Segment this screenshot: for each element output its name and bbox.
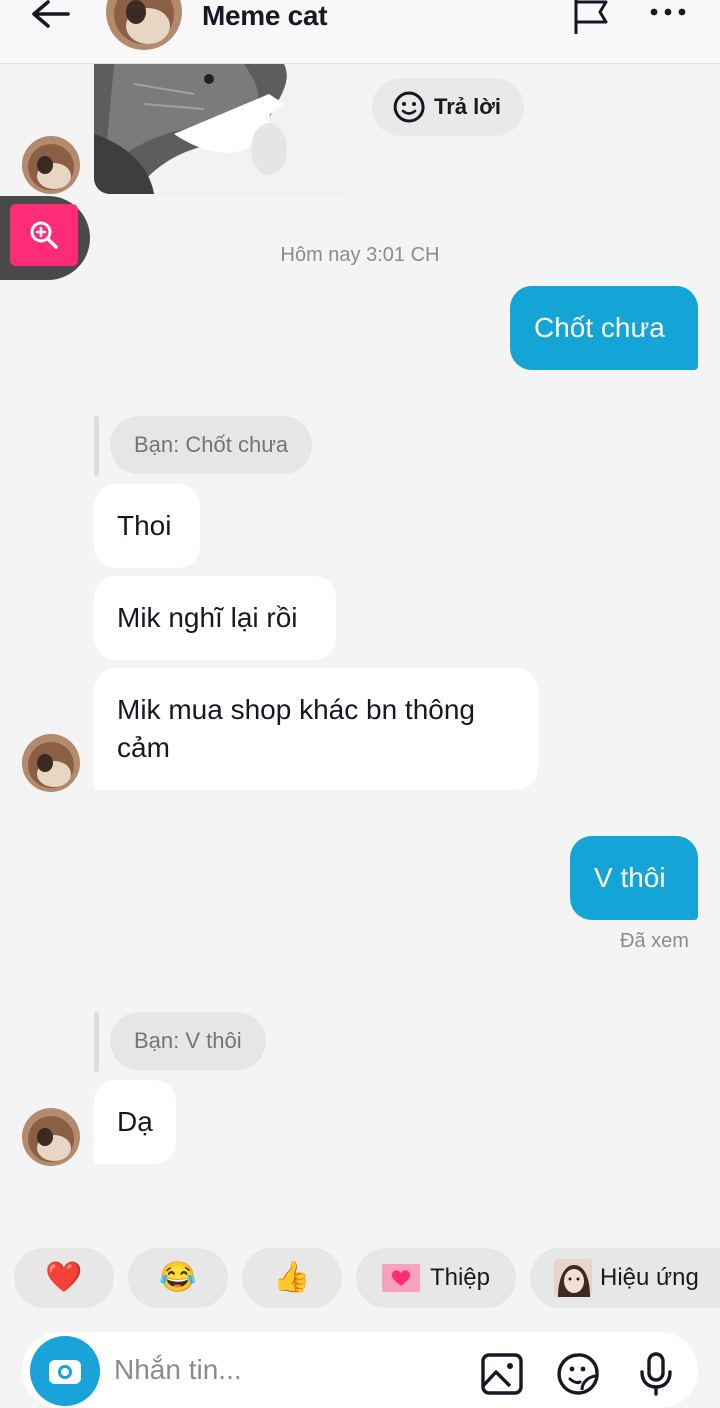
contact-avatar-small[interactable] bbox=[22, 1108, 80, 1166]
camera-button[interactable] bbox=[30, 1336, 100, 1406]
seen-status: Đã xem bbox=[620, 930, 689, 952]
contact-name[interactable]: Meme cat bbox=[202, 0, 328, 32]
incoming-message[interactable]: Thoi bbox=[94, 484, 200, 568]
sticker-face-icon bbox=[393, 91, 425, 123]
outgoing-message[interactable]: Chốt chưa bbox=[510, 286, 698, 370]
card-button[interactable]: Thiệp bbox=[356, 1248, 516, 1308]
incoming-message[interactable]: Dạ bbox=[94, 1080, 176, 1164]
quote-bar bbox=[94, 1012, 99, 1072]
quote-text: Bạn: V thôi bbox=[110, 1012, 266, 1070]
quote-text: Bạn: Chốt chưa bbox=[110, 416, 313, 474]
thumbs-up-reaction-button[interactable]: 👍 bbox=[242, 1248, 342, 1308]
back-button[interactable] bbox=[28, 0, 76, 36]
message-timestamp: Hôm nay 3:01 CH bbox=[280, 244, 440, 266]
incoming-message[interactable]: Mik mua shop khác bn thông cảm bbox=[94, 668, 538, 790]
message-line: cảm bbox=[117, 732, 170, 763]
arrow-left-icon bbox=[32, 0, 70, 28]
flag-icon bbox=[574, 0, 608, 34]
zoom-floating-panel bbox=[0, 196, 90, 280]
laughing-icon: 😂 bbox=[159, 1261, 197, 1294]
microphone-icon[interactable] bbox=[634, 1352, 678, 1396]
contact-avatar-small[interactable] bbox=[22, 734, 80, 792]
contact-avatar[interactable] bbox=[106, 0, 182, 50]
more-options-button[interactable] bbox=[644, 2, 692, 22]
camera-icon bbox=[49, 1360, 81, 1384]
card-icon bbox=[381, 1264, 420, 1292]
outgoing-message[interactable]: V thôi bbox=[570, 836, 698, 920]
quote-bar bbox=[94, 416, 99, 476]
more-horizontal-icon bbox=[650, 8, 686, 16]
sticker-icon[interactable] bbox=[556, 1352, 600, 1396]
message-line: Mik mua shop khác bn thông bbox=[117, 694, 475, 725]
chat-header: Meme cat bbox=[0, 0, 720, 64]
card-label: Thiệp bbox=[429, 1264, 491, 1291]
report-button[interactable] bbox=[572, 0, 612, 36]
effect-label: Hiệu ứng bbox=[600, 1264, 699, 1291]
effect-button[interactable]: Hiệu ứng bbox=[530, 1248, 720, 1308]
incoming-message[interactable]: Mik nghĩ lại rồi bbox=[94, 576, 336, 660]
message-input[interactable] bbox=[114, 1332, 454, 1408]
reply-label: Trả lời bbox=[434, 94, 501, 119]
heart-icon: ❤️ bbox=[45, 1261, 83, 1294]
contact-avatar-small[interactable] bbox=[22, 136, 80, 194]
laugh-reaction-button[interactable]: 😂 bbox=[128, 1248, 228, 1308]
message-composer bbox=[22, 1332, 698, 1408]
reply-button[interactable]: Trả lời bbox=[372, 78, 524, 136]
thumbs-up-icon: 👍 bbox=[273, 1261, 311, 1294]
image-picker-icon[interactable] bbox=[480, 1352, 524, 1396]
effect-icon bbox=[554, 1259, 592, 1297]
heart-reaction-button[interactable]: ❤️ bbox=[14, 1248, 114, 1308]
image-message[interactable] bbox=[94, 64, 358, 194]
